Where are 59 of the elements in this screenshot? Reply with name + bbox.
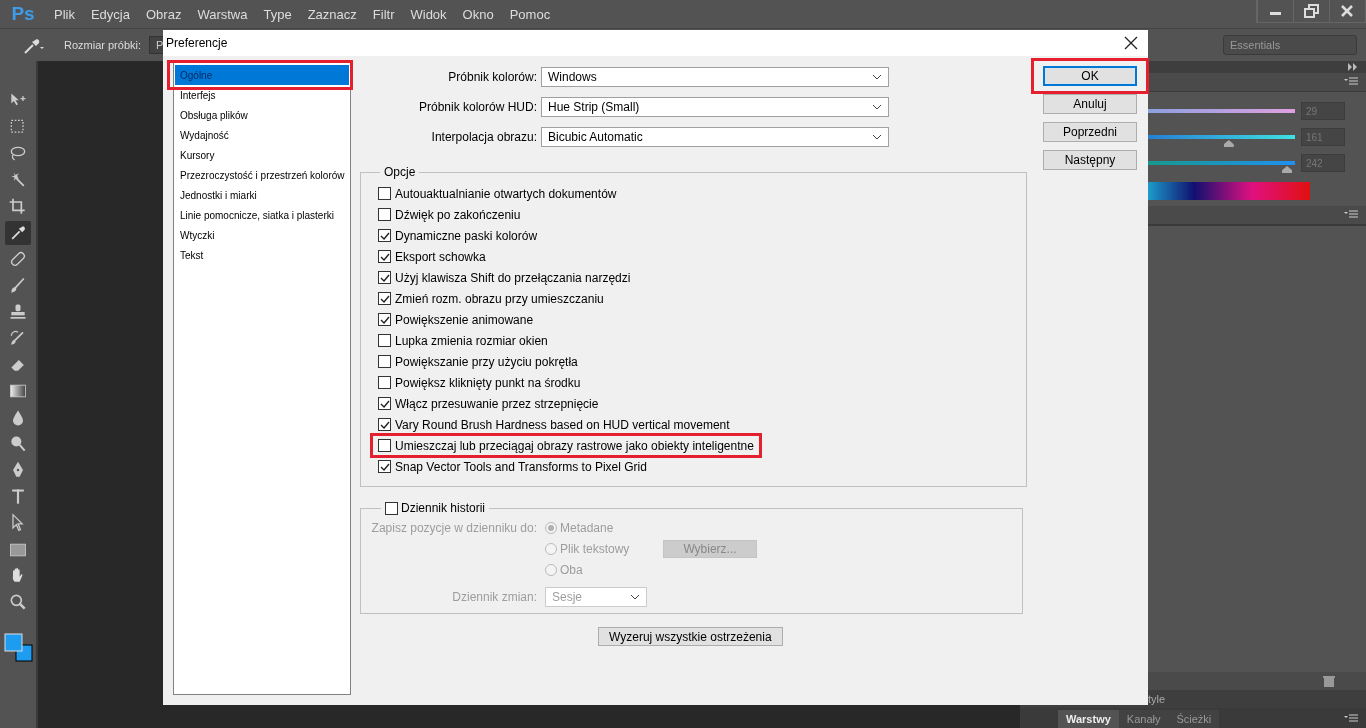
menu-item[interactable]: Okno (454, 6, 502, 22)
category-item[interactable]: Wtyczki (175, 225, 349, 245)
checkbox-label: Vary Round Brush Hardness based on HUD vertical movement (395, 417, 730, 432)
field-label: Próbnik kolorów: (447, 70, 537, 84)
dropdown[interactable]: Hue Strip (Small) (541, 97, 889, 117)
checkbox-label: Snap Vector Tools and Transforms to Pixel Grid (395, 459, 647, 474)
group-title: Opcje (383, 165, 417, 179)
checkbox-label: Dziennik historii (401, 501, 486, 515)
checkbox-label: Lupka zmienia rozmiar okien (395, 333, 548, 348)
panel-tab[interactable]: tyle (1148, 693, 1166, 705)
menu-item[interactable]: Obraz (138, 6, 190, 22)
app-logo: Ps (10, 3, 36, 25)
category-item[interactable]: Kursory (175, 145, 349, 165)
panel-tab[interactable]: Kanały (1118, 709, 1169, 728)
category-item[interactable]: Linie pomocnicze, siatka i plasterki (175, 205, 349, 225)
checkbox-label: Powiększenie animowane (395, 312, 534, 327)
field-label: Interpolacja obrazu: (430, 130, 537, 144)
checkbox-label: Autouaktualnianie otwartych dokumentów (395, 186, 617, 201)
checkbox-label: Dynamiczne paski kolorów (395, 228, 538, 243)
checkbox-label: Powiększ kliknięty punkt na środku (395, 375, 581, 390)
menu-item[interactable]: Warstwa (189, 6, 256, 22)
dialog-button[interactable]: Poprzedni (1043, 122, 1137, 142)
menu-item[interactable]: Zaznacz (299, 6, 365, 22)
panel-tab[interactable]: Warstwy (1058, 709, 1119, 728)
category-item[interactable]: Przezroczystość i przestrzeń kolorów (175, 165, 349, 185)
menu-item[interactable]: Pomoc (501, 6, 559, 22)
dropdown[interactable]: Windows (541, 67, 889, 87)
dialog-button[interactable]: Anuluj (1043, 94, 1137, 114)
field-label: Dziennik zmian: (451, 590, 537, 604)
radio-label: Plik tekstowy (560, 542, 630, 556)
menu-item[interactable]: Widok (402, 6, 455, 22)
category-item[interactable]: Interfejs (175, 85, 349, 105)
category-item[interactable]: Ogólne (175, 65, 349, 85)
menu-item[interactable]: Edycja (82, 6, 138, 22)
workspace-dropdown[interactable]: Essentials (1223, 35, 1357, 55)
category-item[interactable]: Jednostki i miarki (175, 185, 349, 205)
menu-item[interactable]: Type (255, 6, 300, 22)
category-item[interactable]: Wydajność (175, 125, 349, 145)
menu-item[interactable]: Plik (46, 6, 83, 22)
sample-size-label: Rozmiar próbki: (64, 39, 142, 51)
dropdown[interactable]: Bicubic Automatic (541, 127, 889, 147)
field-label: Próbnik kolorów HUD: (417, 100, 537, 114)
field-label: Zapisz pozycje w dzienniku do: (370, 521, 537, 535)
checkbox-label: Powiększanie przy użyciu pokrętła (395, 354, 578, 369)
checkbox-label: Użyj klawisza Shift do przełączania narzędzi (395, 270, 631, 285)
dialog-button[interactable]: OK (1043, 66, 1137, 86)
checkbox-label: Eksport schowka (395, 249, 486, 264)
category-item[interactable]: Tekst (175, 245, 349, 265)
checkbox-label: Włącz przesuwanie przez strzepnięcie (395, 396, 599, 411)
reset-warnings-button[interactable]: Wyzeruj wszystkie ostrzeżenia (598, 627, 783, 646)
dialog-button[interactable]: Następny (1043, 150, 1137, 170)
checkbox-label: Zmień rozm. obrazu przy umieszczaniu (395, 291, 604, 306)
checkbox-label: Dźwięk po zakończeniu (395, 207, 521, 222)
checkbox-label: Umieszczaj lub przeciągaj obrazy rastrowe jako obiekty inteligentne (395, 438, 754, 453)
category-item[interactable]: Obsługa plików (175, 105, 349, 125)
radio-label: Metadane (560, 521, 614, 535)
menu-item[interactable]: Filtr (364, 6, 403, 22)
panel-tab[interactable]: Ścieżki (1168, 709, 1220, 728)
radio-label: Oba (560, 563, 583, 577)
